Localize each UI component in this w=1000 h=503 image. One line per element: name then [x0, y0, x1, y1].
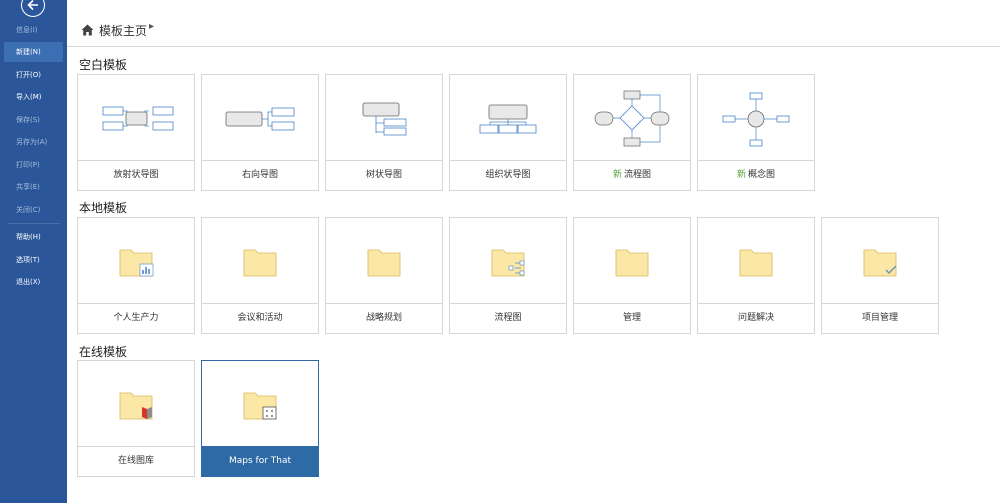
chart-folder-icon [119, 249, 154, 277]
nav-item-info[interactable]: 信息(I) [4, 20, 63, 40]
template-maps-for-that[interactable]: Maps for That [201, 360, 319, 477]
section-title-blank: 空白模板 [79, 58, 128, 72]
tile-caption: 放射状导图 [78, 160, 194, 190]
nav-item-exit[interactable]: 退出(X) [4, 272, 63, 292]
template-flowchart[interactable]: 新流程图 [573, 74, 691, 191]
flow-folder-icon [491, 249, 525, 277]
org-map-thumbnail [479, 104, 537, 134]
sidebar: 信息(I) 新建(N) 打开(O) 导入(M) 保存(S) 另存为(A) 打印(… [0, 0, 67, 503]
nav-separator [8, 223, 60, 224]
nav-item-open[interactable]: 打开(O) [4, 65, 63, 85]
right-map-thumbnail [225, 107, 295, 131]
template-management[interactable]: 管理 [573, 217, 691, 334]
tile-caption: 组织状导图 [450, 160, 566, 190]
nav-item-save[interactable]: 保存(S) [4, 110, 63, 130]
tree-map-thumbnail [362, 102, 407, 136]
section-title-local: 本地模板 [79, 201, 128, 215]
section-title-online: 在线模板 [79, 345, 128, 359]
home-icon[interactable] [81, 24, 94, 36]
new-badge: 新 [736, 170, 746, 180]
nav-item-save-as[interactable]: 另存为(A) [4, 132, 63, 152]
tile-caption: 流程图 [450, 303, 566, 333]
folder-icon [367, 249, 401, 277]
tile-caption: 战略规划 [326, 303, 442, 333]
back-arrow-icon [27, 0, 38, 11]
map-folder-icon [243, 392, 277, 420]
template-radial-map[interactable]: 放射状导图 [77, 74, 195, 191]
new-badge: 新 [612, 170, 622, 180]
template-personal-productivity[interactable]: 个人生产力 [77, 217, 195, 334]
template-meetings-events[interactable]: 会议和活动 [201, 217, 319, 334]
chevron-right-icon: ▸ [149, 21, 155, 32]
tile-caption: 新流程图 [574, 160, 690, 190]
nav-item-import[interactable]: 导入(M) [4, 87, 63, 107]
tile-caption: 新概念图 [698, 160, 814, 190]
template-concept-map[interactable]: 新概念图 [697, 74, 815, 191]
template-org-map[interactable]: 组织状导图 [449, 74, 567, 191]
tile-caption: 项目管理 [822, 303, 938, 333]
nav-item-options[interactable]: 选项(T) [4, 250, 63, 270]
tile-caption: 问题解决 [698, 303, 814, 333]
template-project-management[interactable]: 项目管理 [821, 217, 939, 334]
template-online-gallery[interactable]: 在线图库 [77, 360, 195, 477]
folder-icon [243, 249, 277, 277]
tile-caption: 树状导图 [326, 160, 442, 190]
check-folder-icon [863, 249, 897, 277]
nav-item-close[interactable]: 关闭(C) [4, 200, 63, 220]
breadcrumb-label[interactable]: 模板主页 [99, 22, 147, 39]
back-button[interactable] [21, 0, 45, 17]
template-flowchart-folder[interactable]: 流程图 [449, 217, 567, 334]
main-content: 模板主页 ▸ 空白模板 放射状导图 右向导图 树状导图 组织状导图 新 流程图 … [67, 0, 1000, 503]
folder-icon [615, 249, 649, 277]
tile-caption: 右向导图 [202, 160, 318, 190]
breadcrumb: 模板主页 ▸ [67, 14, 1000, 47]
book-folder-icon [119, 392, 153, 420]
folder-icon [739, 249, 773, 277]
template-strategic-planning[interactable]: 战略规划 [325, 217, 443, 334]
tile-caption: 会议和活动 [202, 303, 318, 333]
flowchart-thumbnail [594, 90, 670, 147]
template-problem-solving[interactable]: 问题解决 [697, 217, 815, 334]
nav-item-share[interactable]: 共享(E) [4, 177, 63, 197]
tile-caption: Maps for That [202, 446, 318, 476]
nav-item-print[interactable]: 打印(P) [4, 155, 63, 175]
tile-caption: 个人生产力 [78, 303, 194, 333]
nav-item-help[interactable]: 帮助(H) [4, 227, 63, 247]
template-right-map[interactable]: 右向导图 [201, 74, 319, 191]
tile-caption: 在线图库 [78, 446, 194, 476]
concept-map-thumbnail [722, 92, 790, 147]
tile-caption: 管理 [574, 303, 690, 333]
template-tree-map[interactable]: 树状导图 [325, 74, 443, 191]
radial-map-thumbnail [102, 106, 174, 131]
nav-item-new[interactable]: 新建(N) [4, 42, 63, 62]
